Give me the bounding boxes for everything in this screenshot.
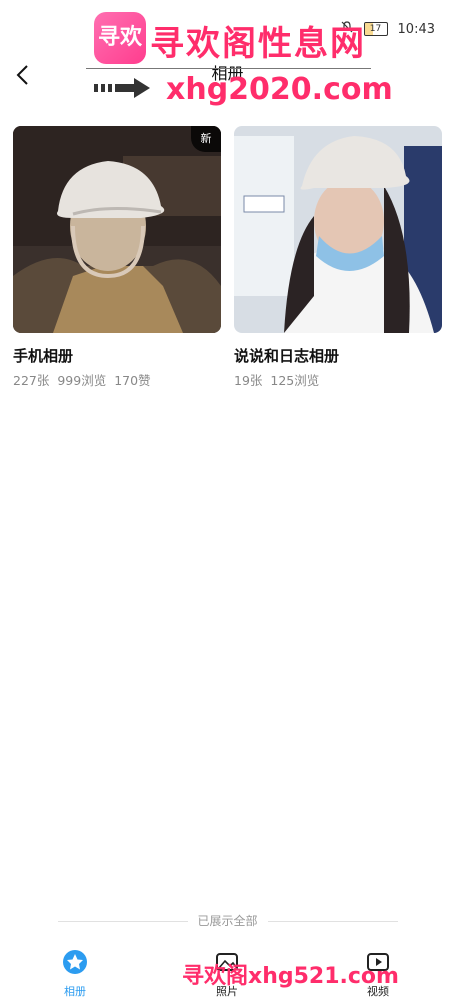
view-count: 125浏览 — [270, 373, 320, 388]
new-badge: 新 — [191, 126, 221, 152]
photo-count: 19张 — [234, 373, 263, 388]
arrow-right-icon — [94, 78, 150, 98]
album-title: 手机相册 — [13, 347, 74, 365]
album-stats: 19张 125浏览 — [234, 370, 442, 389]
view-count: 999浏览 — [57, 373, 107, 388]
album-icon — [63, 950, 87, 974]
album-card-posts[interactable]: 说说和日志相册 19张 125浏览 — [234, 126, 442, 389]
battery-icon: 17 — [363, 22, 388, 36]
album-cover-image — [13, 126, 221, 333]
album-title: 说说和日志相册 — [234, 347, 340, 365]
nav-label: 相册 — [64, 985, 86, 998]
watermark-title: 寻欢阁性息网 — [150, 24, 366, 64]
album-cover[interactable]: 新 — [13, 126, 221, 333]
watermark-url: xhg2020.com — [166, 72, 393, 107]
album-stats: 227张 999浏览 170赞 — [13, 370, 221, 389]
album-cover[interactable] — [234, 126, 442, 333]
clock: 10:43 — [397, 21, 435, 37]
photo-count: 227张 — [13, 373, 50, 388]
album-card-phone[interactable]: 新 手机相册 227张 999浏览 170赞 — [13, 126, 221, 389]
nav-tab-albums[interactable]: 相册 — [40, 945, 110, 999]
album-cover-image — [234, 126, 442, 333]
watermark-logo: 寻欢 — [94, 12, 146, 64]
watermark-bottom: 寻欢阁xhg521.com — [182, 964, 399, 989]
like-count: 170赞 — [114, 373, 151, 388]
end-of-list-label: 已展示全部 — [187, 912, 268, 929]
